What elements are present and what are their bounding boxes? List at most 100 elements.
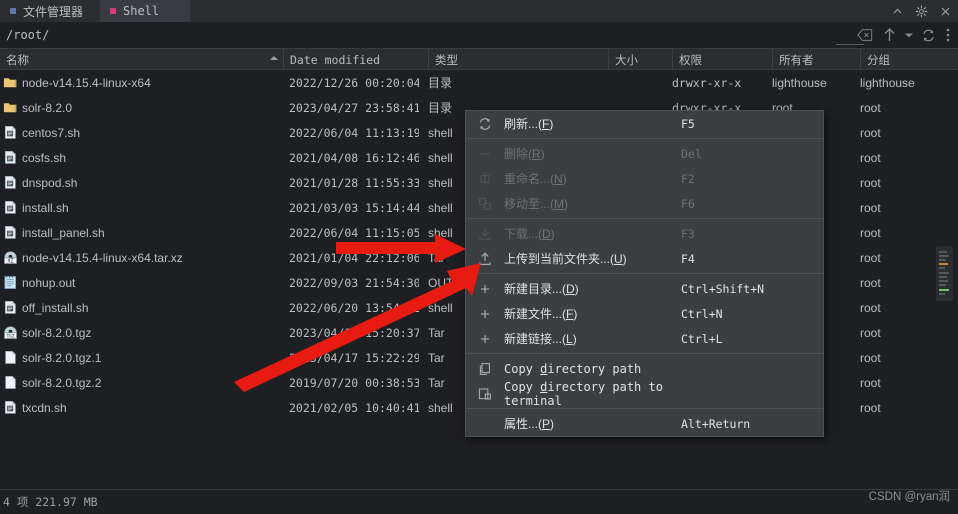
cell-file-name: centos7.sh [22,125,81,140]
scrollbar-minimap[interactable] [936,246,953,301]
sort-ascending-icon [270,56,278,60]
menu-separator [466,138,823,139]
cell-date-modified: 2019/07/20 00:38:53 [289,375,419,390]
path-bar: /root/ [0,22,958,48]
cell-date-modified: 2022/06/04 11:13:19 [289,125,419,140]
menu-item-label: 新建文件...(F) [504,307,578,321]
menu-item-shortcut: F5 [681,116,695,131]
column-header-owner-label: 所有者 [779,54,814,67]
copy-icon [466,361,504,377]
script-icon [3,300,18,315]
cell-type: 目录 [428,76,453,90]
column-header-owner[interactable]: 所有者 [772,49,860,70]
column-header-date-label: Date modified [290,52,381,67]
menu-rename: 重命名...(N) F2 [466,166,823,191]
menu-new-directory[interactable]: 新建目录...(D) Ctrl+Shift+N [466,276,823,301]
path-toolbar [854,24,954,46]
script-icon [3,175,18,190]
copy-to-terminal-icon [466,386,504,402]
cell-group: root [860,150,881,165]
script-icon [3,200,18,215]
cell-date-modified: 2022/06/04 11:15:05 [289,225,419,240]
cell-group: root [860,100,881,115]
script-icon [3,150,18,165]
menu-item-label: 重命名...(N) [504,172,567,186]
menu-new-link[interactable]: 新建链接...(L) Ctrl+L [466,326,823,351]
script-icon [3,225,18,240]
up-directory-icon[interactable] [878,24,900,46]
cell-date-modified: 2021/03/03 15:14:44 [289,200,419,215]
menu-item-label: 属性...(P) [504,417,555,431]
menu-item-label: Copy directory path to terminal [504,379,663,408]
chevron-down-icon[interactable] [902,24,915,46]
status-bar: 4 项 221.97 MB [0,489,958,514]
column-header-type[interactable]: 类型 [428,49,608,70]
cell-date-modified: 2023/04/17 15:20:37 [289,325,419,340]
menu-refresh[interactable]: 刷新...(F) F5 [466,111,823,136]
menu-item-label: 删除(R) [504,147,545,161]
tab-bar: 文件管理器 Shell [0,0,958,23]
tab-file-manager-label: 文件管理器 [23,4,84,19]
cell-file-name: solr-8.2.0.tgz [22,325,92,340]
script-icon [3,400,18,415]
move-icon [466,196,504,212]
settings-gear-icon[interactable] [915,4,928,18]
cell-file-name: cosfs.sh [22,150,67,165]
column-header-date[interactable]: Date modified [283,49,428,70]
collapse-icon[interactable] [891,5,904,18]
table-row[interactable]: node-v14.15.4-linux-x64 2022/12/26 00:20:… [0,70,958,95]
context-menu[interactable]: 刷新...(F) F5 删除(R) Del 重命名...(N) F2 移动至...(M) F6… [465,110,824,437]
refresh-icon[interactable] [917,24,939,46]
tab-shell[interactable]: Shell [100,0,190,22]
text-icon [3,275,18,290]
close-icon[interactable] [939,5,952,18]
rename-icon [466,171,504,187]
column-header-permissions[interactable]: 权限 [672,49,772,70]
menu-item-shortcut: Alt+Return [681,416,751,431]
cell-date-modified: 2023/04/17 15:22:29 [289,350,419,365]
column-header-name-label: 名称 [6,54,29,67]
column-header-row: 名称 Date modified 类型 大小 权限 所有者 分组 [0,48,958,70]
cell-date-modified: 2023/04/27 23:58:41 [289,100,419,115]
clear-path-icon[interactable] [854,24,876,46]
column-header-group-label: 分组 [867,54,890,67]
bottom-pad [0,475,958,489]
refresh-icon [466,116,504,132]
tab-marker-icon [10,8,16,14]
script-icon [3,125,18,140]
cell-file-name: solr-8.2.0.tgz.2 [22,375,102,390]
menu-new-file[interactable]: 新建文件...(F) Ctrl+N [466,301,823,326]
menu-properties[interactable]: 属性...(P) Alt+Return [466,411,823,436]
current-path-input[interactable]: /root/ [6,28,854,42]
more-options-icon[interactable] [941,24,954,46]
folder-icon [3,100,18,115]
cell-file-name: off_install.sh [22,300,89,315]
cell-date-modified: 2022/06/20 13:54:22 [289,300,419,315]
menu-item-shortcut: Ctrl+Shift+N [681,281,765,296]
cell-file-name: txcdn.sh [22,400,67,415]
cell-group: root [860,125,881,140]
cell-date-modified: 2021/01/28 11:55:33 [289,175,419,190]
cell-group: lighthouse [860,75,915,90]
tab-file-manager[interactable]: 文件管理器 [0,0,100,22]
menu-copy-directory-path[interactable]: Copy directory path [466,356,823,381]
menu-item-shortcut: F3 [681,226,695,241]
menu-copy-directory-path-to-terminal[interactable]: Copy directory path to terminal [466,379,823,408]
column-header-type-label: 类型 [435,54,458,67]
menu-delete: 删除(R) Del [466,141,823,166]
cell-size [608,70,668,95]
menu-item-shortcut: F4 [681,251,695,266]
column-header-size[interactable]: 大小 [608,49,672,70]
tab-marker-icon [110,8,116,14]
archive-xz-icon: XZ [3,250,18,265]
cell-date-modified: 2022/09/03 21:54:30 [289,275,419,290]
cell-file-name: solr-8.2.0 [22,100,73,115]
archive-tgz-icon: TGZ [3,325,18,340]
file-icon [3,375,18,390]
menu-upload-to-current-folder[interactable]: 上传到当前文件夹...(U) F4 [466,246,823,271]
column-header-group[interactable]: 分组 [860,49,958,70]
folder-icon [3,75,18,90]
svg-text:XZ: XZ [7,258,13,264]
download-icon [466,226,504,242]
column-header-name[interactable]: 名称 [0,49,283,70]
